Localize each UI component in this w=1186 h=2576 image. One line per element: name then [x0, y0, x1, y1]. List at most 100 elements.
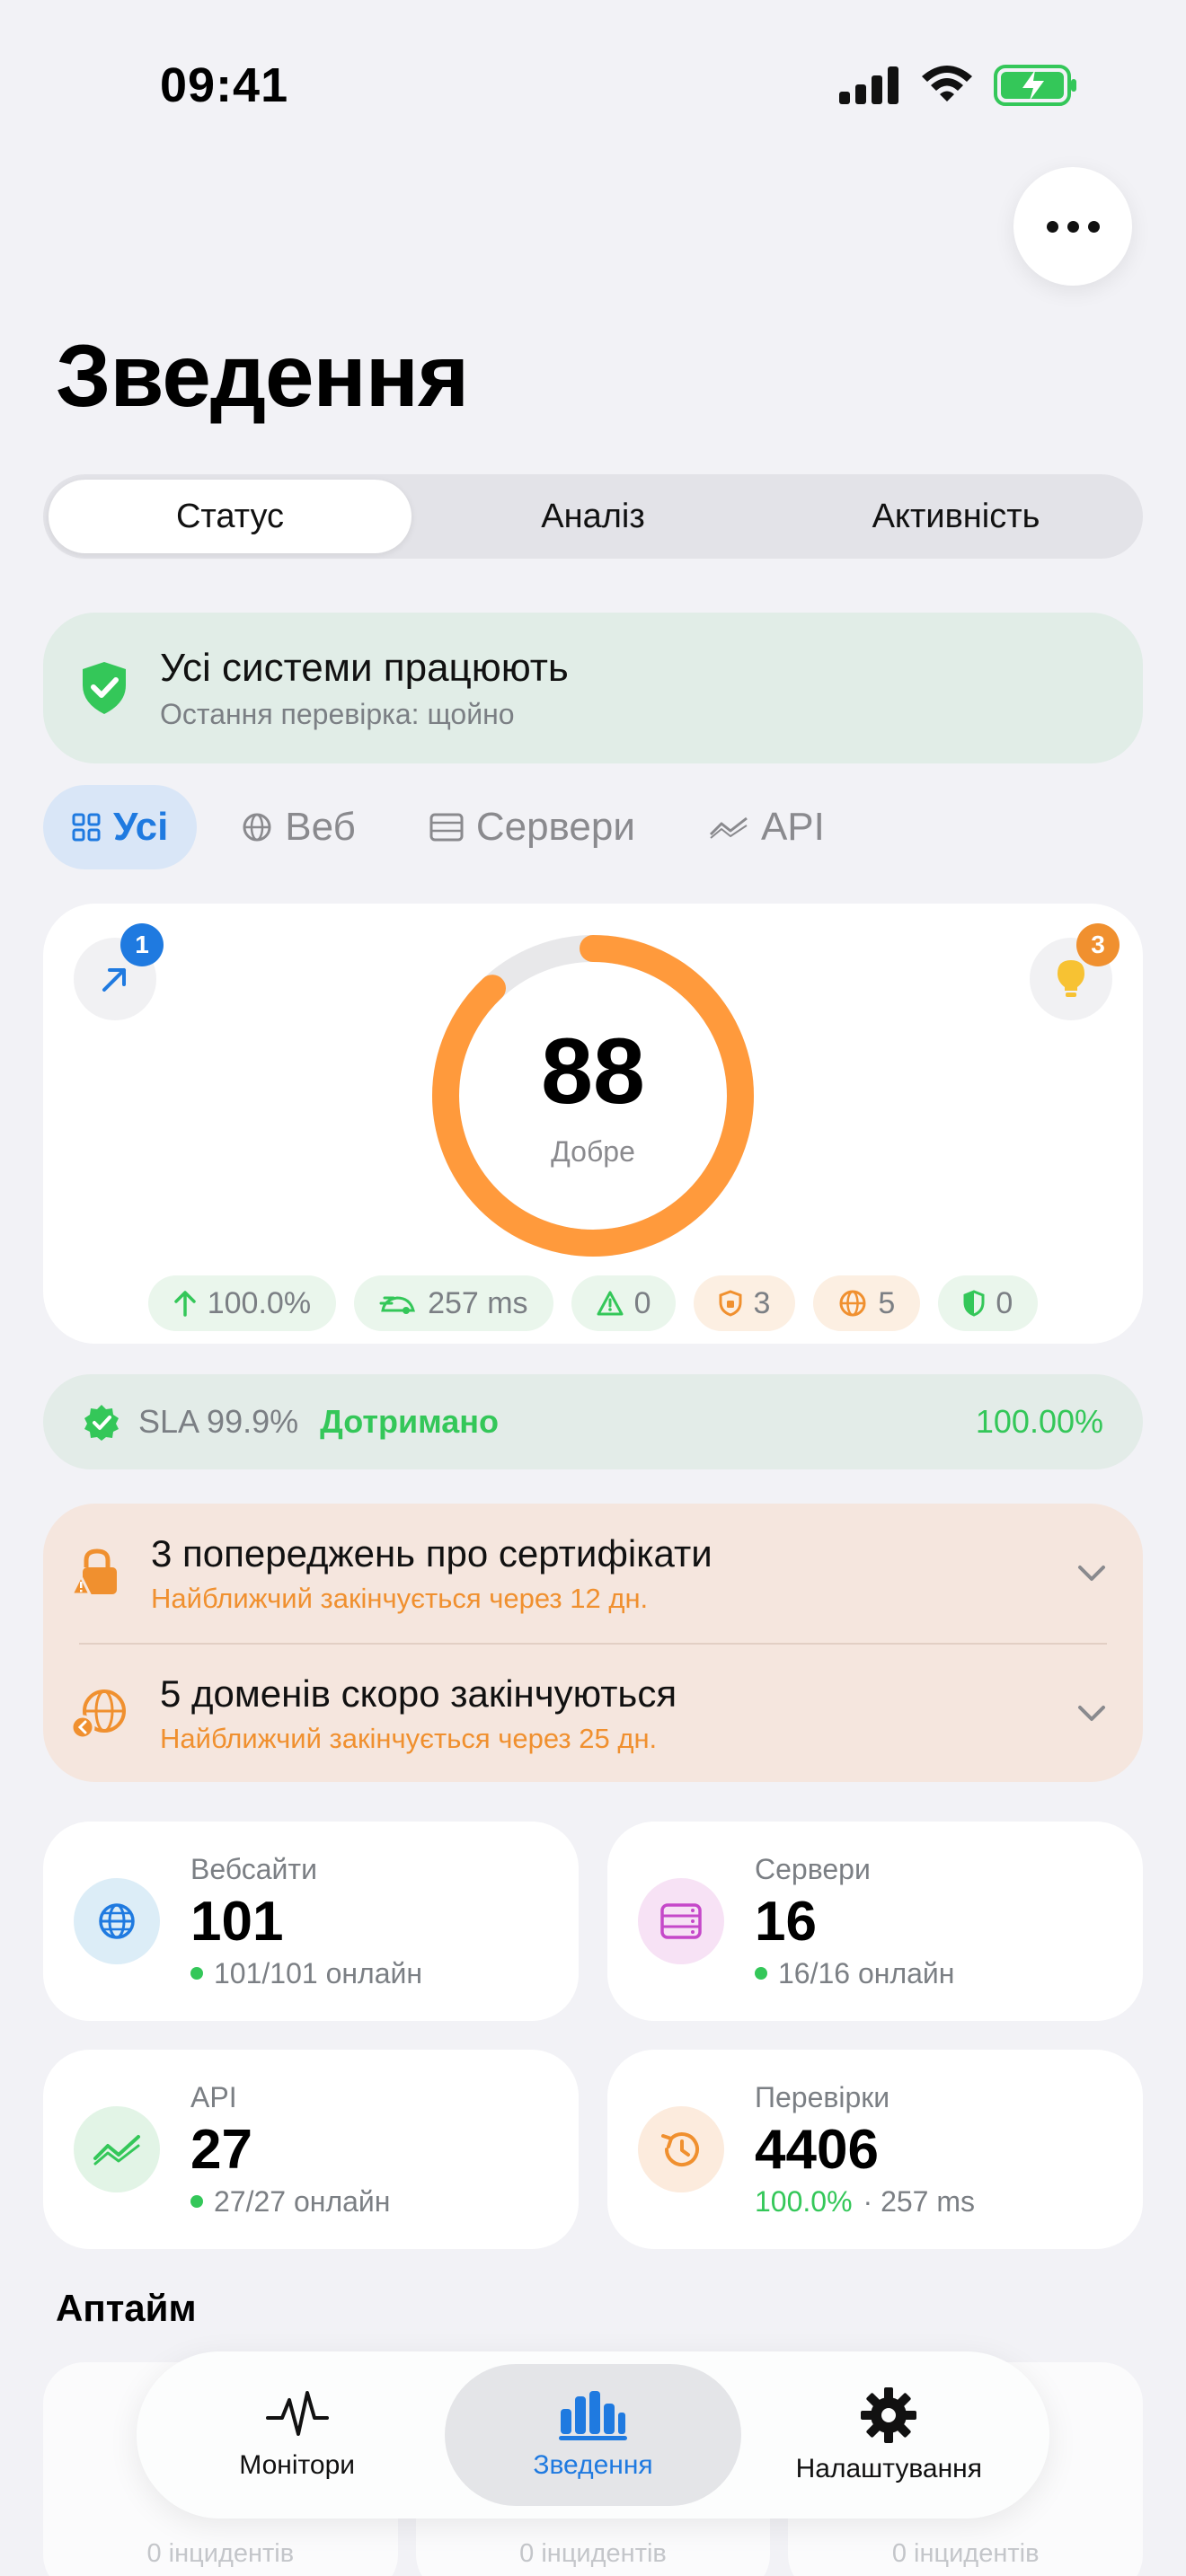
tab-settings-label: Налаштування — [795, 2454, 982, 2483]
health-score-card: 1 3 88 Добре 100.0% 257 ms 0 3 5 0 — [43, 904, 1143, 1344]
filter-servers-label: Сервери — [475, 805, 635, 849]
segment-analysis[interactable]: Аналіз — [412, 480, 774, 553]
certificate-shield-icon — [719, 1290, 742, 1317]
certificate-warning-row[interactable]: 3 попереджень про сертифікати Найближчий… — [43, 1504, 1143, 1643]
globe-icon — [99, 1903, 135, 1939]
score-metrics: 100.0% 257 ms 0 3 5 0 — [43, 1275, 1143, 1331]
checks-label: Перевірки — [755, 2080, 890, 2113]
domain-warning-subtitle: Найближчий закінчується через 25 дн. — [160, 1722, 658, 1754]
globe-clock-icon — [70, 1689, 126, 1739]
servers-stat-card[interactable]: Сервери 16 16/16 онлайн — [607, 1822, 1143, 2021]
battery-charging-icon — [994, 65, 1076, 106]
lock-warning-icon — [70, 1548, 117, 1595]
monitor-type-filter: Усі Веб Сервери API — [43, 785, 870, 869]
api-wave-icon — [709, 816, 748, 839]
grid-icon — [72, 813, 101, 842]
segment-activity[interactable]: Активність — [774, 480, 1137, 553]
websites-label: Вебсайти — [190, 1852, 317, 1885]
arrow-up-icon — [173, 1291, 196, 1317]
checks-stat-card[interactable]: Перевірки 4406 100.0% · 257 ms — [607, 2050, 1143, 2249]
server-icon — [429, 813, 464, 842]
globe-icon — [243, 813, 271, 842]
api-label: API — [190, 2080, 237, 2113]
websites-icon-wrap — [74, 1878, 160, 1964]
api-icon-wrap — [74, 2106, 160, 2192]
checks-success-rate: 100.0% — [755, 2184, 853, 2218]
incident-count: 0 інцидентів — [519, 2539, 667, 2568]
incident-count: 0 інцидентів — [146, 2539, 295, 2568]
websites-stat-card[interactable]: Вебсайти 101 101/101 онлайн — [43, 1822, 579, 2021]
status-icons — [839, 65, 1078, 106]
tab-summary-label: Зведення — [533, 2450, 653, 2480]
tab-monitors[interactable]: Монітори — [149, 2364, 445, 2506]
bar-chart-icon — [558, 2391, 627, 2440]
servers-label: Сервери — [755, 1852, 871, 1885]
systems-status-title: Усі системи працюють — [160, 645, 569, 690]
domain-warning-row[interactable]: 5 доменів скоро закінчуються Найближчий … — [43, 1644, 1143, 1783]
online-dot — [190, 2195, 203, 2208]
shield-check-icon — [83, 662, 126, 714]
domain-globe-icon — [839, 1290, 866, 1317]
certificate-warning-subtitle: Найближчий закінчується через 12 дн. — [151, 1582, 649, 1614]
tab-settings[interactable]: Налаштування — [741, 2364, 1037, 2506]
uptime-metric-chip: 100.0% — [147, 1275, 337, 1331]
sla-target: SLA 99.9% — [138, 1403, 299, 1440]
view-segmented-control: Статус Аналіз Активність — [43, 474, 1143, 559]
incidents-metric-chip: 0 — [571, 1275, 677, 1331]
cellular-signal-icon — [839, 66, 898, 104]
chevron-down-icon — [1078, 1565, 1105, 1581]
latency-metric-value: 257 ms — [428, 1285, 528, 1320]
online-dot — [755, 1967, 767, 1980]
sla-value: 100.00% — [975, 1403, 1103, 1440]
pulse-icon — [265, 2391, 329, 2436]
sla-status: Дотримано — [320, 1403, 499, 1440]
api-stat-card[interactable]: API 27 27/27 онлайн — [43, 2050, 579, 2249]
servers-icon-wrap — [638, 1878, 724, 1964]
domains-metric-chip: 5 — [813, 1275, 921, 1331]
expiry-warnings-card: 3 попереджень про сертифікати Найближчий… — [43, 1504, 1143, 1782]
filter-api-label: API — [760, 805, 825, 849]
verified-badge-icon — [84, 1405, 119, 1441]
segment-status[interactable]: Статус — [49, 480, 412, 553]
filter-servers[interactable]: Сервери — [401, 785, 664, 869]
speed-icon — [379, 1296, 416, 1314]
server-icon — [660, 1903, 702, 1939]
filter-web[interactable]: Веб — [213, 785, 385, 869]
wifi-icon — [922, 66, 972, 101]
page-title: Зведення — [56, 326, 469, 425]
status-time: 09:41 — [160, 58, 289, 112]
api-count: 27 — [190, 2118, 252, 2181]
incidents-metric-value: 0 — [633, 1285, 651, 1320]
api-online: 27/27 онлайн — [214, 2184, 391, 2218]
systems-status-banner[interactable]: Усі системи працюють Остання перевірка: … — [43, 613, 1143, 763]
filter-all-label: Усі — [113, 805, 169, 849]
tab-summary[interactable]: Зведення — [445, 2364, 741, 2506]
checks-latency: · 257 ms — [863, 2184, 976, 2218]
security-metric-chip: 0 — [938, 1275, 1039, 1331]
uptime-section-title: Аптайм — [56, 2287, 197, 2329]
half-shield-icon — [963, 1290, 985, 1317]
domain-warning-title: 5 доменів скоро закінчуються — [160, 1672, 677, 1715]
tab-bar: Монітори Зведення Налаштування — [137, 2351, 1049, 2519]
certificates-metric-chip: 3 — [694, 1275, 796, 1331]
sla-bar[interactable]: SLA 99.9% Дотримано 100.00% — [43, 1374, 1143, 1469]
history-clock-icon — [661, 2132, 699, 2167]
domains-metric-value: 5 — [878, 1285, 896, 1320]
chevron-down-icon — [1078, 1705, 1105, 1721]
last-check-text: Остання перевірка: щойно — [160, 697, 515, 730]
tab-monitors-label: Монітори — [239, 2450, 356, 2480]
health-score-value: 88 — [541, 1019, 645, 1124]
more-options-button[interactable] — [1013, 167, 1132, 286]
checks-icon-wrap — [638, 2106, 724, 2192]
servers-count: 16 — [755, 1890, 817, 1953]
websites-online: 101/101 онлайн — [214, 1956, 423, 1989]
servers-online: 16/16 онлайн — [778, 1956, 955, 1989]
certificates-metric-value: 3 — [753, 1285, 771, 1320]
security-metric-value: 0 — [996, 1285, 1013, 1320]
filter-api[interactable]: API — [680, 785, 854, 869]
gear-icon — [861, 2387, 917, 2443]
filter-all[interactable]: Усі — [43, 785, 198, 869]
websites-count: 101 — [190, 1890, 284, 1953]
health-score-label: Добре — [551, 1135, 635, 1168]
incident-count: 0 інцидентів — [891, 2539, 1040, 2568]
